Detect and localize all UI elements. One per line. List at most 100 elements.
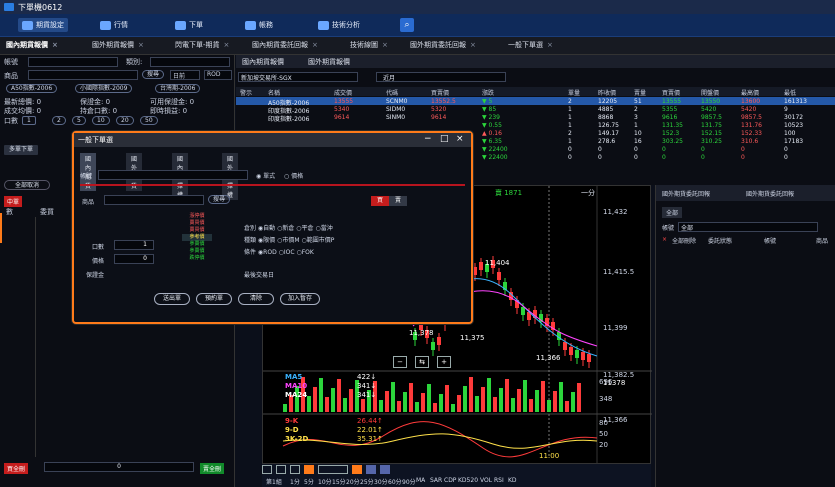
close-icon[interactable]: × <box>312 41 318 49</box>
quote-row[interactable]: 印度指數-2006 9614 SINM0 9614 ▼ 239 1 8868 3 9616 985… <box>236 113 835 123</box>
price-ladder-item[interactable]: 賣買價 <box>182 227 212 234</box>
quote-row[interactable]: ▼ 0.55 1 126.75 1 131.35 131.75 131.76 10523 <box>236 121 835 129</box>
account-select[interactable] <box>28 57 118 67</box>
close-icon[interactable]: × <box>547 41 553 49</box>
tab-domestic-reports[interactable]: 國內期貨委託回報 × <box>252 40 318 50</box>
product-pill[interactable]: A50指數-2006 <box>6 84 58 93</box>
minute-icon[interactable] <box>304 465 314 474</box>
interval-select[interactable] <box>318 465 348 474</box>
period-option[interactable]: RSI <box>494 477 504 484</box>
period-option[interactable]: 第1組 <box>266 477 282 486</box>
cond-ioc[interactable]: IOC <box>284 249 295 256</box>
period-option[interactable]: 20分 <box>346 477 360 486</box>
period-option[interactable]: 90分 <box>402 477 416 486</box>
minimize-icon[interactable]: − <box>424 134 432 144</box>
qty-preset[interactable]: 2 <box>52 116 66 125</box>
qty-stepper[interactable]: 1 <box>22 116 36 125</box>
dialog-account-select[interactable] <box>98 170 248 180</box>
tab-report-1[interactable]: 國外期貨委託回報 <box>662 189 710 198</box>
tab-flash-order[interactable]: 閃電下單-期貨 × <box>175 40 229 50</box>
sell-delete-all-button[interactable]: 賣全刪 <box>200 463 225 474</box>
cond-fok[interactable]: FOK <box>302 249 314 256</box>
tab-foreign-quotes[interactable]: 國外期貨報價 × <box>92 40 144 50</box>
period-option[interactable]: VOL <box>480 477 492 484</box>
tab-foreign[interactable]: 國外期貨報價 <box>308 57 350 67</box>
price-ladder-item[interactable]: 參賣價 <box>182 248 212 255</box>
open-auto[interactable]: 自動 <box>263 225 275 232</box>
search-button[interactable]: 搜尋 <box>142 70 165 79</box>
tab-report-2[interactable]: 國外期貨委託回報 <box>746 189 794 198</box>
close-icon[interactable]: × <box>138 41 144 49</box>
account-select[interactable]: 全部 <box>678 222 818 232</box>
toolbar-quotes[interactable]: 行情 <box>100 18 128 32</box>
delete-icon[interactable]: × <box>662 236 667 243</box>
close-icon[interactable]: × <box>52 41 58 49</box>
price-ladder-item[interactable]: 跌停價 <box>182 255 212 262</box>
day-icon[interactable] <box>290 465 300 474</box>
exchange-select[interactable]: 新加坡交易所-SGX <box>238 72 358 82</box>
price-ladder-item[interactable]: 參考價 <box>182 234 212 241</box>
sell-toggle[interactable]: 賣 <box>389 196 407 206</box>
open-new[interactable]: 新倉 <box>282 225 294 232</box>
period-option[interactable]: 15分 <box>332 477 346 486</box>
period-option[interactable]: KD <box>508 477 517 484</box>
kind-limit[interactable]: 限價 <box>263 237 275 244</box>
tab-general-order[interactable]: 一般下單選 × <box>508 40 553 50</box>
period-option[interactable]: 10分 <box>318 477 332 486</box>
toolbar-technical[interactable]: 技術分析 <box>318 18 360 32</box>
radio-single[interactable]: ◉ 單式 <box>256 171 275 180</box>
rod-select[interactable]: ROD <box>204 70 232 80</box>
month-icon[interactable] <box>262 465 272 474</box>
radio-price[interactable]: ○ 價格 <box>284 171 303 180</box>
qty-preset[interactable]: 20 <box>116 116 134 125</box>
add-icon[interactable] <box>352 465 362 474</box>
add-temp-button[interactable]: 加入暫存 <box>280 293 320 305</box>
toolbar-futures-settings[interactable]: 期貨設定 <box>18 18 68 32</box>
product-pill[interactable]: 台灣期-2006 <box>155 84 201 93</box>
dialog-price-stepper[interactable]: 0 <box>114 254 154 264</box>
dialog-qty-stepper[interactable]: 1 <box>114 240 154 250</box>
close-icon[interactable] <box>380 465 390 474</box>
product-pill[interactable]: 小國際指數-2009 <box>75 84 133 93</box>
category-select[interactable] <box>150 57 230 67</box>
period-option[interactable]: 1分 <box>290 477 300 486</box>
open-daytrade[interactable]: 當沖 <box>321 225 333 232</box>
price-ladder-item[interactable]: 賣買價 <box>182 220 212 227</box>
maximize-icon[interactable]: □ <box>440 134 449 144</box>
product-input[interactable] <box>28 70 138 80</box>
buy-toggle[interactable]: 買 <box>371 196 389 206</box>
clear-button[interactable]: 清除 <box>238 293 274 305</box>
cancel-all-button[interactable]: 全部取消 <box>4 180 50 190</box>
qty-preset[interactable]: 50 <box>140 116 158 125</box>
period-option[interactable]: MA <box>416 477 425 484</box>
toolbar-account[interactable]: 帳務 <box>245 18 273 32</box>
period-option[interactable]: KD520 <box>458 477 478 484</box>
month-select[interactable]: 近月 <box>376 72 506 82</box>
period-option[interactable]: CDP <box>444 477 456 484</box>
kind-market[interactable]: 市價M <box>282 237 299 244</box>
week-icon[interactable] <box>276 465 286 474</box>
search-icon[interactable]: ⌕ <box>400 18 414 32</box>
close-icon[interactable]: × <box>224 41 230 49</box>
quote-row[interactable]: A50指數-2006 13555 SCNM0 13552.5 ▼ 5 2 12205 51 13… <box>236 97 835 107</box>
kind-range[interactable]: 範圍市價P <box>307 237 335 244</box>
price-ladder-item[interactable]: 漲停價 <box>182 213 212 220</box>
qty-preset[interactable]: 5 <box>72 116 86 125</box>
open-close[interactable]: 平倉 <box>302 225 314 232</box>
tab-domestic[interactable]: 國內期貨報價 <box>242 57 284 67</box>
dialog-product-input[interactable] <box>104 195 204 205</box>
submit-button[interactable]: 送出單 <box>154 293 190 305</box>
period-option[interactable]: 60分 <box>388 477 402 486</box>
tab-technical[interactable]: 技術線圖 × <box>350 40 388 50</box>
reserve-button[interactable]: 預約單 <box>196 293 232 305</box>
period-option[interactable]: 30分 <box>374 477 388 486</box>
period-option[interactable]: 25分 <box>360 477 374 486</box>
close-icon[interactable]: × <box>456 134 464 144</box>
tab-domestic-quotes[interactable]: 國內期貨報價 × <box>6 40 58 50</box>
buy-delete-all-button[interactable]: 買全刪 <box>4 463 29 474</box>
close-icon[interactable]: × <box>470 41 476 49</box>
quote-row[interactable]: 印度指數-2006 5340 SIDM0 5320 ▼ 85 1 4885 2 5355 5420… <box>236 105 835 115</box>
tab-foreign-reports[interactable]: 國外期貨委託回報 × <box>410 40 476 50</box>
zoom-in-icon[interactable]: + <box>437 356 451 368</box>
bottom-value-field[interactable]: 0 <box>44 462 194 472</box>
